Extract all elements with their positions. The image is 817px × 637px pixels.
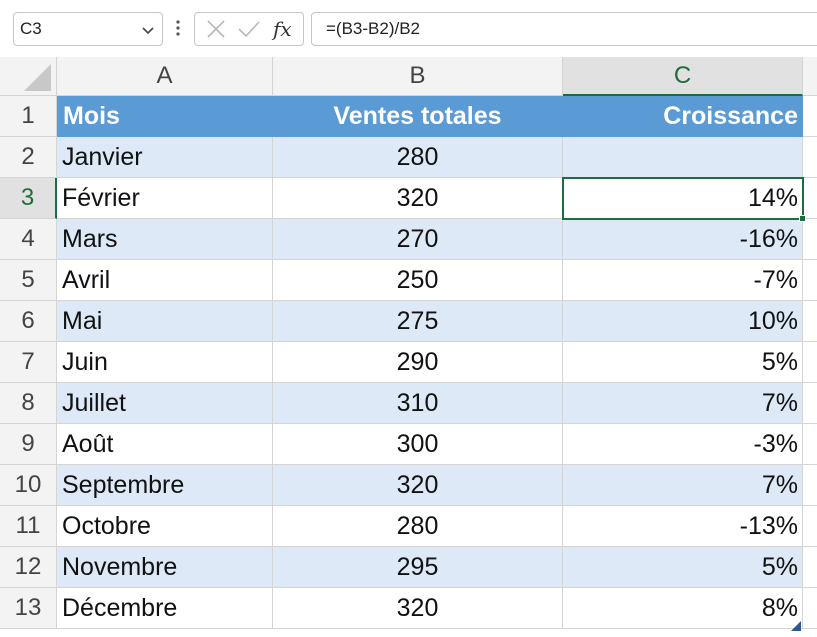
cell-d10[interactable] [803, 465, 817, 506]
name-box[interactable]: C3 [13, 12, 163, 46]
formula-buttons: fx [194, 12, 304, 46]
column-header-c[interactable]: C [563, 57, 803, 96]
column-header-d[interactable] [803, 57, 817, 96]
row-header-12[interactable]: 12 [0, 547, 57, 588]
cell-d2[interactable] [803, 137, 817, 178]
cell-d6[interactable] [803, 301, 817, 342]
cell-b12[interactable]: 295 [273, 547, 563, 588]
cell-a11[interactable]: Octobre [57, 506, 273, 547]
cell-a5[interactable]: Avril [57, 260, 273, 301]
cell-c3[interactable]: 14% [563, 178, 803, 219]
cell-c8[interactable]: 7% [563, 383, 803, 424]
name-box-value: C3 [20, 19, 42, 38]
cell-d9[interactable] [803, 424, 817, 465]
table-resize-handle-icon[interactable] [791, 618, 801, 631]
cell-c13[interactable]: 8% [563, 588, 803, 629]
select-all-corner[interactable] [0, 57, 57, 96]
row-header-6[interactable]: 6 [0, 301, 57, 342]
cell-b11[interactable]: 280 [273, 506, 563, 547]
cell-a8[interactable]: Juillet [57, 383, 273, 424]
row-header-1[interactable]: 1 [0, 96, 57, 137]
cell-c6[interactable]: 10% [563, 301, 803, 342]
column-header-b[interactable]: B [273, 57, 563, 96]
cell-b4[interactable]: 270 [273, 219, 563, 260]
cell-d12[interactable] [803, 547, 817, 588]
cell-d7[interactable] [803, 342, 817, 383]
cell-d13[interactable] [803, 588, 817, 629]
row-header-4[interactable]: 4 [0, 219, 57, 260]
cell-c11[interactable]: -13% [563, 506, 803, 547]
cell-c4[interactable]: -16% [563, 219, 803, 260]
cell-d11[interactable] [803, 506, 817, 547]
cell-b7[interactable]: 290 [273, 342, 563, 383]
cell-d5[interactable] [803, 260, 817, 301]
cell-b13[interactable]: 320 [273, 588, 563, 629]
row-header-5[interactable]: 5 [0, 260, 57, 301]
formula-input[interactable]: =(B3-B2)/B2 [311, 12, 817, 46]
column-header-a[interactable]: A [57, 57, 273, 96]
cell-b2[interactable]: 280 [273, 137, 563, 178]
cell-a1[interactable]: Mois [57, 96, 273, 137]
row-header-10[interactable]: 10 [0, 465, 57, 506]
cell-d1[interactable] [803, 96, 817, 137]
cell-a7[interactable]: Juin [57, 342, 273, 383]
cell-a4[interactable]: Mars [57, 219, 273, 260]
row-header-7[interactable]: 7 [0, 342, 57, 383]
cell-a9[interactable]: Août [57, 424, 273, 465]
spreadsheet-grid: A B C 1 Mois Ventes totales Croissance 2 Janvier… [0, 57, 817, 637]
cell-d8[interactable] [803, 383, 817, 424]
formula-bar-area: C3 fx =(B3-B2)/B2 [0, 0, 817, 57]
cell-d4[interactable] [803, 219, 817, 260]
cell-d3[interactable] [803, 178, 817, 219]
cell-b1[interactable]: Ventes totales [273, 96, 563, 137]
cell-b3[interactable]: 320 [273, 178, 563, 219]
cell-a12[interactable]: Novembre [57, 547, 273, 588]
cell-c12[interactable]: 5% [563, 547, 803, 588]
cancel-x-icon[interactable] [203, 16, 229, 42]
cell-a6[interactable]: Mai [57, 301, 273, 342]
cell-c7[interactable]: 5% [563, 342, 803, 383]
cell-b5[interactable]: 250 [273, 260, 563, 301]
cell-c1[interactable]: Croissance [563, 96, 803, 137]
insert-function-button[interactable]: fx [269, 16, 295, 42]
cell-a10[interactable]: Septembre [57, 465, 273, 506]
cell-b10[interactable]: 320 [273, 465, 563, 506]
row-header-8[interactable]: 8 [0, 383, 57, 424]
cell-c2[interactable] [563, 137, 803, 178]
chevron-down-icon[interactable] [142, 23, 154, 35]
row-header-13[interactable]: 13 [0, 588, 57, 629]
cell-c5[interactable]: -7% [563, 260, 803, 301]
row-header-9[interactable]: 9 [0, 424, 57, 465]
formula-text: =(B3-B2)/B2 [326, 19, 421, 38]
cell-a13[interactable]: Décembre [57, 588, 273, 629]
vertical-dots-icon[interactable] [172, 14, 184, 42]
fill-handle[interactable] [799, 215, 806, 222]
cell-c9[interactable]: -3% [563, 424, 803, 465]
row-header-2[interactable]: 2 [0, 137, 57, 178]
row-header-3[interactable]: 3 [0, 178, 57, 219]
cell-b9[interactable]: 300 [273, 424, 563, 465]
cell-a2[interactable]: Janvier [57, 137, 273, 178]
cell-c10[interactable]: 7% [563, 465, 803, 506]
row-header-11[interactable]: 11 [0, 506, 57, 547]
checkmark-icon[interactable] [236, 16, 262, 42]
cell-b8[interactable]: 310 [273, 383, 563, 424]
cell-b6[interactable]: 275 [273, 301, 563, 342]
cell-a3[interactable]: Février [57, 178, 273, 219]
